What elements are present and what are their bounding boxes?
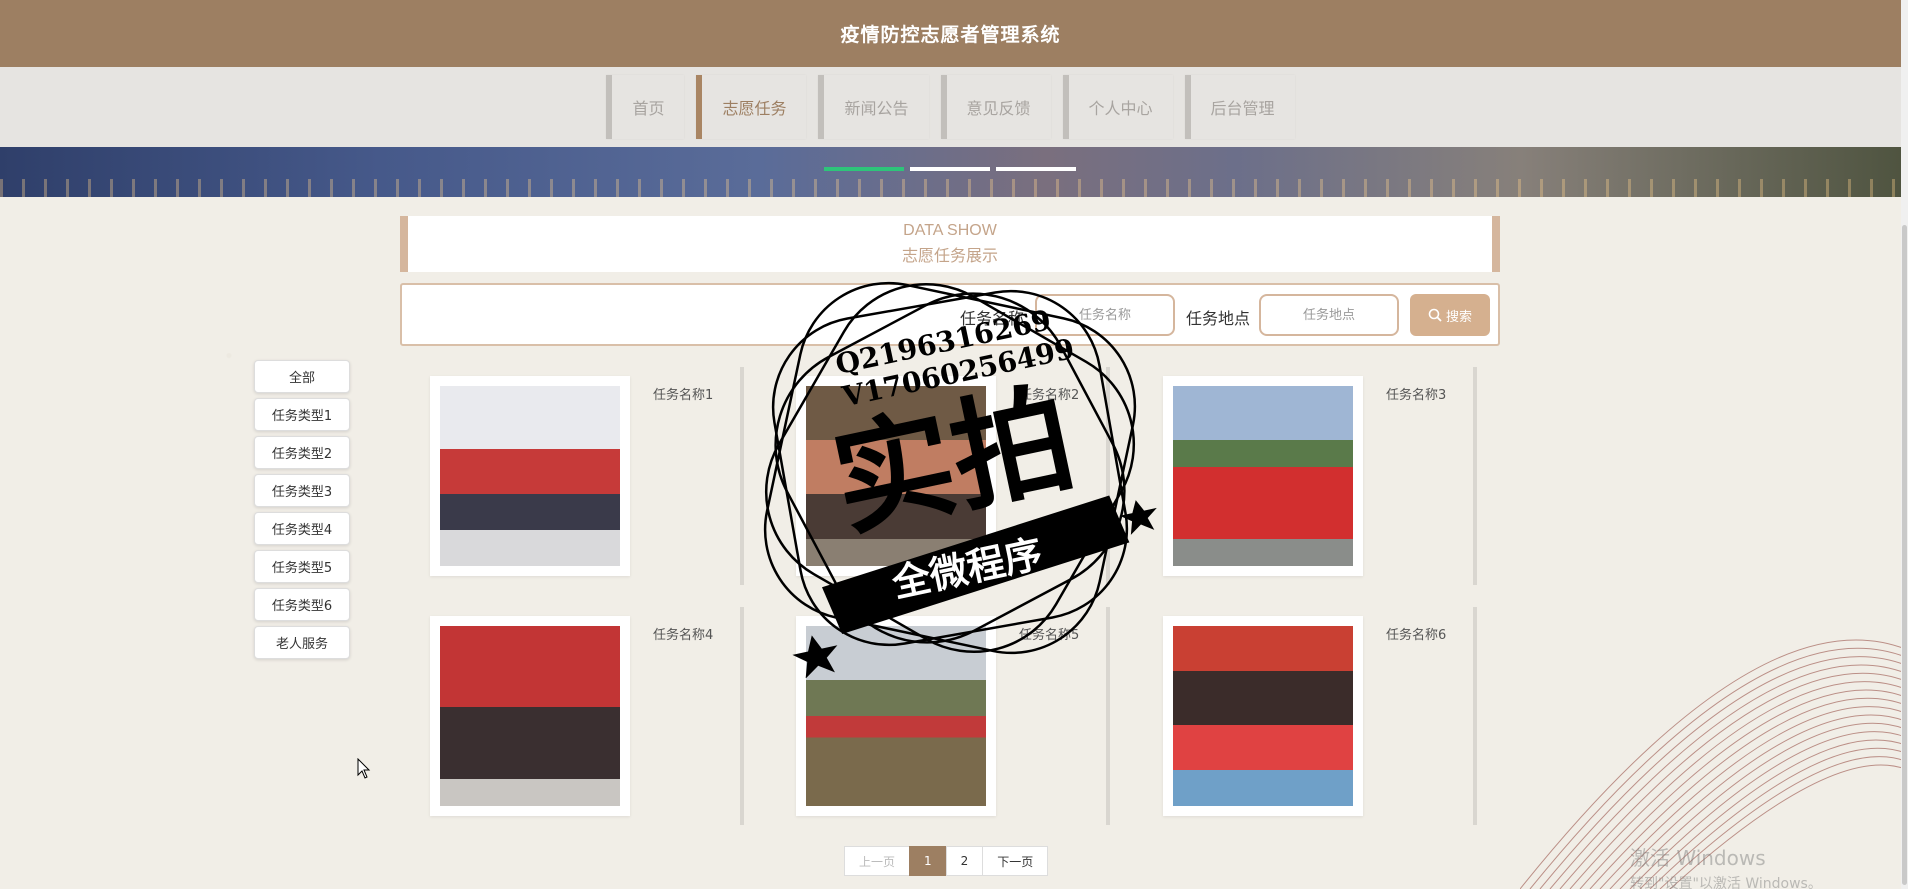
task-name-input[interactable] — [1035, 294, 1175, 336]
search-bar: 任务名称 任务地点 搜索 — [400, 283, 1500, 346]
category-type-5[interactable]: 任务类型5 — [254, 550, 350, 583]
task-image[interactable] — [440, 386, 620, 566]
os-activation-watermark: 激活 Windows 转到"设置"以激活 Windows。 — [1630, 842, 1822, 889]
task-location-label: 任务地点 — [1186, 309, 1251, 328]
category-type-1[interactable]: 任务类型1 — [254, 398, 350, 431]
site-header: 疫情防控志愿者管理系统 — [0, 0, 1901, 67]
task-location-input[interactable] — [1259, 294, 1399, 336]
task-card[interactable]: 任务名称4 — [400, 604, 744, 825]
task-image[interactable] — [806, 626, 986, 806]
task-name[interactable]: 任务名称4 — [653, 624, 713, 643]
banner-carousel[interactable] — [0, 147, 1901, 197]
category-elderly-service[interactable]: 老人服务 — [254, 626, 350, 659]
task-name[interactable]: 任务名称1 — [653, 384, 713, 403]
card-divider — [1106, 367, 1110, 585]
task-image-frame[interactable] — [796, 616, 996, 816]
task-card[interactable]: 任务名称3 — [1133, 364, 1477, 585]
page-scrollbar[interactable] — [1901, 0, 1908, 889]
card-divider — [1473, 367, 1477, 585]
nav-item-home[interactable]: 首页 — [606, 75, 685, 139]
task-image-frame[interactable] — [1163, 376, 1363, 576]
card-divider — [740, 367, 744, 585]
nav-item-admin[interactable]: 后台管理 — [1184, 75, 1295, 139]
category-all[interactable]: 全部 — [254, 360, 350, 393]
task-card[interactable]: 任务名称1 — [400, 364, 744, 585]
card-divider — [1106, 607, 1110, 825]
task-name[interactable]: 任务名称6 — [1386, 624, 1446, 643]
nav-item-news[interactable]: 新闻公告 — [818, 75, 929, 139]
task-card[interactable]: 任务名称5 — [766, 604, 1110, 825]
task-image[interactable] — [440, 626, 620, 806]
card-divider — [1473, 607, 1477, 825]
os-watermark-line2: 转到"设置"以激活 Windows。 — [1630, 876, 1822, 889]
os-watermark-line1: 激活 Windows — [1630, 846, 1766, 870]
mouse-cursor-icon — [357, 758, 371, 779]
task-image-frame[interactable] — [796, 376, 996, 576]
task-image[interactable] — [1173, 626, 1353, 806]
section-title-en: DATA SHOW — [903, 222, 997, 239]
search-icon — [1428, 308, 1442, 322]
section-header: DATA SHOW 志愿任务展示 — [400, 216, 1500, 272]
search-button[interactable]: 搜索 — [1410, 294, 1490, 336]
task-name-label: 任务名称 — [960, 309, 1025, 328]
task-card[interactable]: 任务名称2 — [766, 364, 1110, 585]
carousel-dot[interactable] — [910, 167, 990, 171]
task-image-frame[interactable] — [430, 376, 630, 576]
search-button-label: 搜索 — [1445, 309, 1472, 325]
nav-item-volunteer-tasks[interactable]: 志愿任务 — [696, 75, 807, 139]
task-card[interactable]: 任务名称6 — [1133, 604, 1477, 825]
category-type-2[interactable]: 任务类型2 — [254, 436, 350, 469]
task-image-frame[interactable] — [1163, 616, 1363, 816]
nav-item-profile[interactable]: 个人中心 — [1062, 75, 1173, 139]
category-type-6[interactable]: 任务类型6 — [254, 588, 350, 621]
card-divider — [740, 607, 744, 825]
task-name[interactable]: 任务名称2 — [1019, 384, 1079, 403]
pagination: 上一页 1 2 下一页 — [844, 846, 1049, 876]
task-name[interactable]: 任务名称3 — [1386, 384, 1446, 403]
category-sidebar: 全部 任务类型1 任务类型2 任务类型3 任务类型4 任务类型5 任务类型6 老… — [254, 360, 350, 659]
next-page-button[interactable]: 下一页 — [982, 846, 1049, 876]
task-image-frame[interactable] — [430, 616, 630, 816]
task-image[interactable] — [1173, 386, 1353, 566]
site-title: 疫情防控志愿者管理系统 — [840, 24, 1061, 46]
carousel-dot[interactable] — [824, 167, 904, 171]
category-type-3[interactable]: 任务类型3 — [254, 474, 350, 507]
nav-item-feedback[interactable]: 意见反馈 — [940, 75, 1051, 139]
prev-page-button[interactable]: 上一页 — [844, 846, 911, 876]
banner-city-lights — [0, 179, 1901, 197]
page-button-2[interactable]: 2 — [945, 846, 984, 876]
category-type-4[interactable]: 任务类型4 — [254, 512, 350, 545]
scrollbar-thumb[interactable] — [1902, 225, 1907, 885]
page-button-1[interactable]: 1 — [909, 846, 947, 876]
carousel-dot[interactable] — [996, 167, 1076, 171]
section-title-cn: 志愿任务展示 — [901, 246, 998, 265]
main-nav: 首页 志愿任务 新闻公告 意见反馈 个人中心 后台管理 — [0, 67, 1901, 147]
carousel-indicators — [824, 167, 1076, 171]
task-name[interactable]: 任务名称5 — [1019, 624, 1079, 643]
task-image[interactable] — [806, 386, 986, 566]
